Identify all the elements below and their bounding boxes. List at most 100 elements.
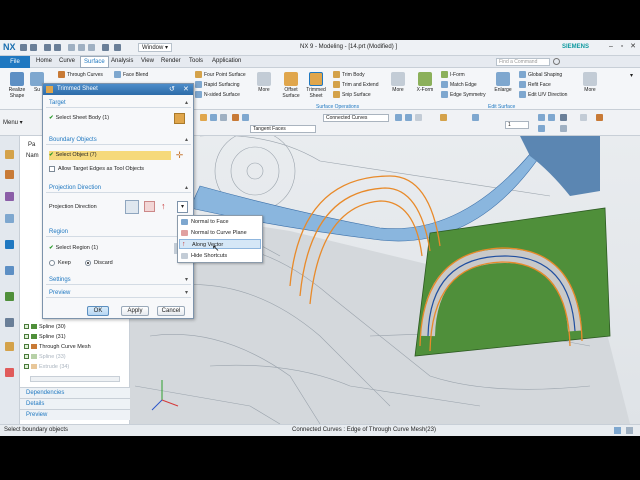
tree-item[interactable]: Spline (33) [24,354,66,360]
chevron-down-icon[interactable]: ▾ [177,201,188,213]
model-canvas[interactable] [130,136,640,424]
along-vector-option-icon[interactable]: ↑ [161,201,169,212]
keep-radio[interactable] [49,259,55,266]
new-icon[interactable] [20,44,27,51]
close-icon[interactable]: ✕ [183,85,189,93]
window-menu[interactable]: Window ▾ [138,43,173,52]
snap-icon[interactable] [232,114,239,121]
undo-icon[interactable] [44,44,51,51]
horizontal-scrollbar[interactable] [30,376,120,382]
through-curves-button[interactable]: Through Curves [58,71,103,80]
palette-icon[interactable] [5,292,14,301]
visibility-checkbox[interactable] [24,354,29,360]
tab-surface[interactable]: Surface [80,56,109,68]
settings-section[interactable]: Settings ▾ [46,275,191,285]
measure-icon[interactable] [596,114,603,121]
roles-icon[interactable] [5,318,14,327]
rotate-icon[interactable] [538,125,545,132]
enlarge-button[interactable]: Enlarge [492,72,514,93]
discard-radio[interactable] [85,259,91,266]
projection-direction-section[interactable]: Projection Direction ▴ [46,183,191,193]
menu-item-normal-to-curve-plane[interactable]: Normal to Curve Plane [179,228,261,238]
boundary-objects-section[interactable]: Boundary Objects ▴ [46,135,191,145]
menu-item-hide-shortcuts[interactable]: Hide Shortcuts [179,251,261,261]
menu-button[interactable]: Menu ▾ [3,119,23,126]
discard-option[interactable]: Discard [85,259,113,268]
constraint-navigator-icon[interactable] [5,192,14,201]
web-browser-icon[interactable] [5,266,14,275]
tree-item[interactable]: Through Curve Mesh [24,344,91,350]
allow-target-edges-checkbox[interactable] [49,165,55,172]
follow-fillet-icon[interactable] [405,114,412,121]
visibility-checkbox[interactable] [24,324,29,330]
trim-and-extend-button[interactable]: Trim and Extend [333,81,379,90]
paste-icon[interactable] [88,44,95,51]
tab-tools[interactable]: Tools [189,58,203,64]
visibility-checkbox[interactable] [24,334,29,340]
stop-at-intersection-icon[interactable] [395,114,402,121]
tab-home[interactable]: Home [36,58,52,64]
step-value-input[interactable]: 1 [505,121,529,129]
cancel-button[interactable]: Cancel [157,306,185,316]
tree-item[interactable]: Spline (30) [24,324,66,330]
snap-point-icon[interactable] [242,114,249,121]
pan-icon[interactable] [560,125,567,132]
keep-option[interactable]: Keep [49,259,71,268]
touch-mode-icon[interactable] [114,44,121,51]
refit-face-button[interactable]: Refit Face [519,81,551,90]
fullscreen-icon[interactable] [614,427,621,434]
file-menu[interactable]: File [0,56,30,68]
tab-analysis[interactable]: Analysis [111,58,133,64]
copy-icon[interactable] [78,44,85,51]
four-point-surface-button[interactable]: Four Point Surface [195,71,246,80]
select-icon[interactable] [210,114,217,121]
crosshair-icon[interactable]: ✛ [174,150,185,161]
search-icon[interactable] [553,58,560,65]
select-region[interactable]: ✔ Select Region (1) [49,244,98,253]
normal-to-curve-plane-option-icon[interactable] [144,201,155,212]
layer-settings-icon[interactable] [580,114,587,121]
close-icon[interactable]: ✕ [628,42,638,52]
n-sided-surface-button[interactable]: N-sided Surface [195,91,240,100]
edit-uv-direction-button[interactable]: Edit U/V Direction [519,91,567,100]
region-section[interactable]: Region [46,227,191,237]
tab-render[interactable]: Render [161,58,181,64]
visibility-checkbox[interactable] [24,344,29,350]
preview-panel[interactable]: Preview [20,409,130,420]
details-panel[interactable]: Details [20,398,130,409]
curve-option-icon[interactable] [440,114,447,121]
name-column-header[interactable]: Nam [26,153,39,159]
menu-item-normal-to-face[interactable]: Normal to Face [179,217,261,227]
more-edit-button[interactable]: More [582,72,598,93]
visibility-checkbox[interactable] [24,364,29,370]
reset-icon[interactable]: ↺ [169,85,175,93]
view-orient-icon[interactable] [472,114,479,121]
deselect-icon[interactable] [220,114,227,121]
snip-surface-button[interactable]: Snip Surface [333,91,371,100]
i-form-button[interactable]: I-Form [441,71,465,80]
minimize-icon[interactable]: – [606,42,616,52]
x-form-button[interactable]: X-Form [414,72,436,93]
fit-icon[interactable] [538,114,545,121]
dependencies-panel[interactable]: Dependencies [20,387,130,398]
history-icon[interactable] [5,240,14,249]
more-operations-button[interactable]: More [390,72,406,93]
face-rule-dropdown[interactable]: Tangent Faces [250,125,316,133]
ribbon-options-icon[interactable]: ▾ [630,72,633,79]
global-shaping-button[interactable]: Global Shaping [519,71,562,80]
ok-button[interactable]: OK [87,306,109,316]
process-studio-icon[interactable] [5,368,14,377]
tab-application[interactable]: Application [212,58,241,64]
more-surface-button[interactable]: More [256,72,272,93]
tree-item[interactable]: Spline (31) [24,334,66,340]
render-style-icon[interactable] [560,114,567,121]
rapid-surfacing-button[interactable]: Rapid Surfacing [195,81,240,90]
target-section[interactable]: Target ▴ [46,98,191,108]
filter-icon[interactable] [200,114,207,121]
match-edge-button[interactable]: Match Edge [441,81,477,90]
curve-rule-dropdown[interactable]: Connected Curves [323,114,389,122]
edge-symmetry-button[interactable]: Edge Symmetry [441,91,486,100]
tab-curve[interactable]: Curve [59,58,75,64]
tab-view[interactable]: View [141,58,154,64]
apply-button[interactable]: Apply [121,306,149,316]
